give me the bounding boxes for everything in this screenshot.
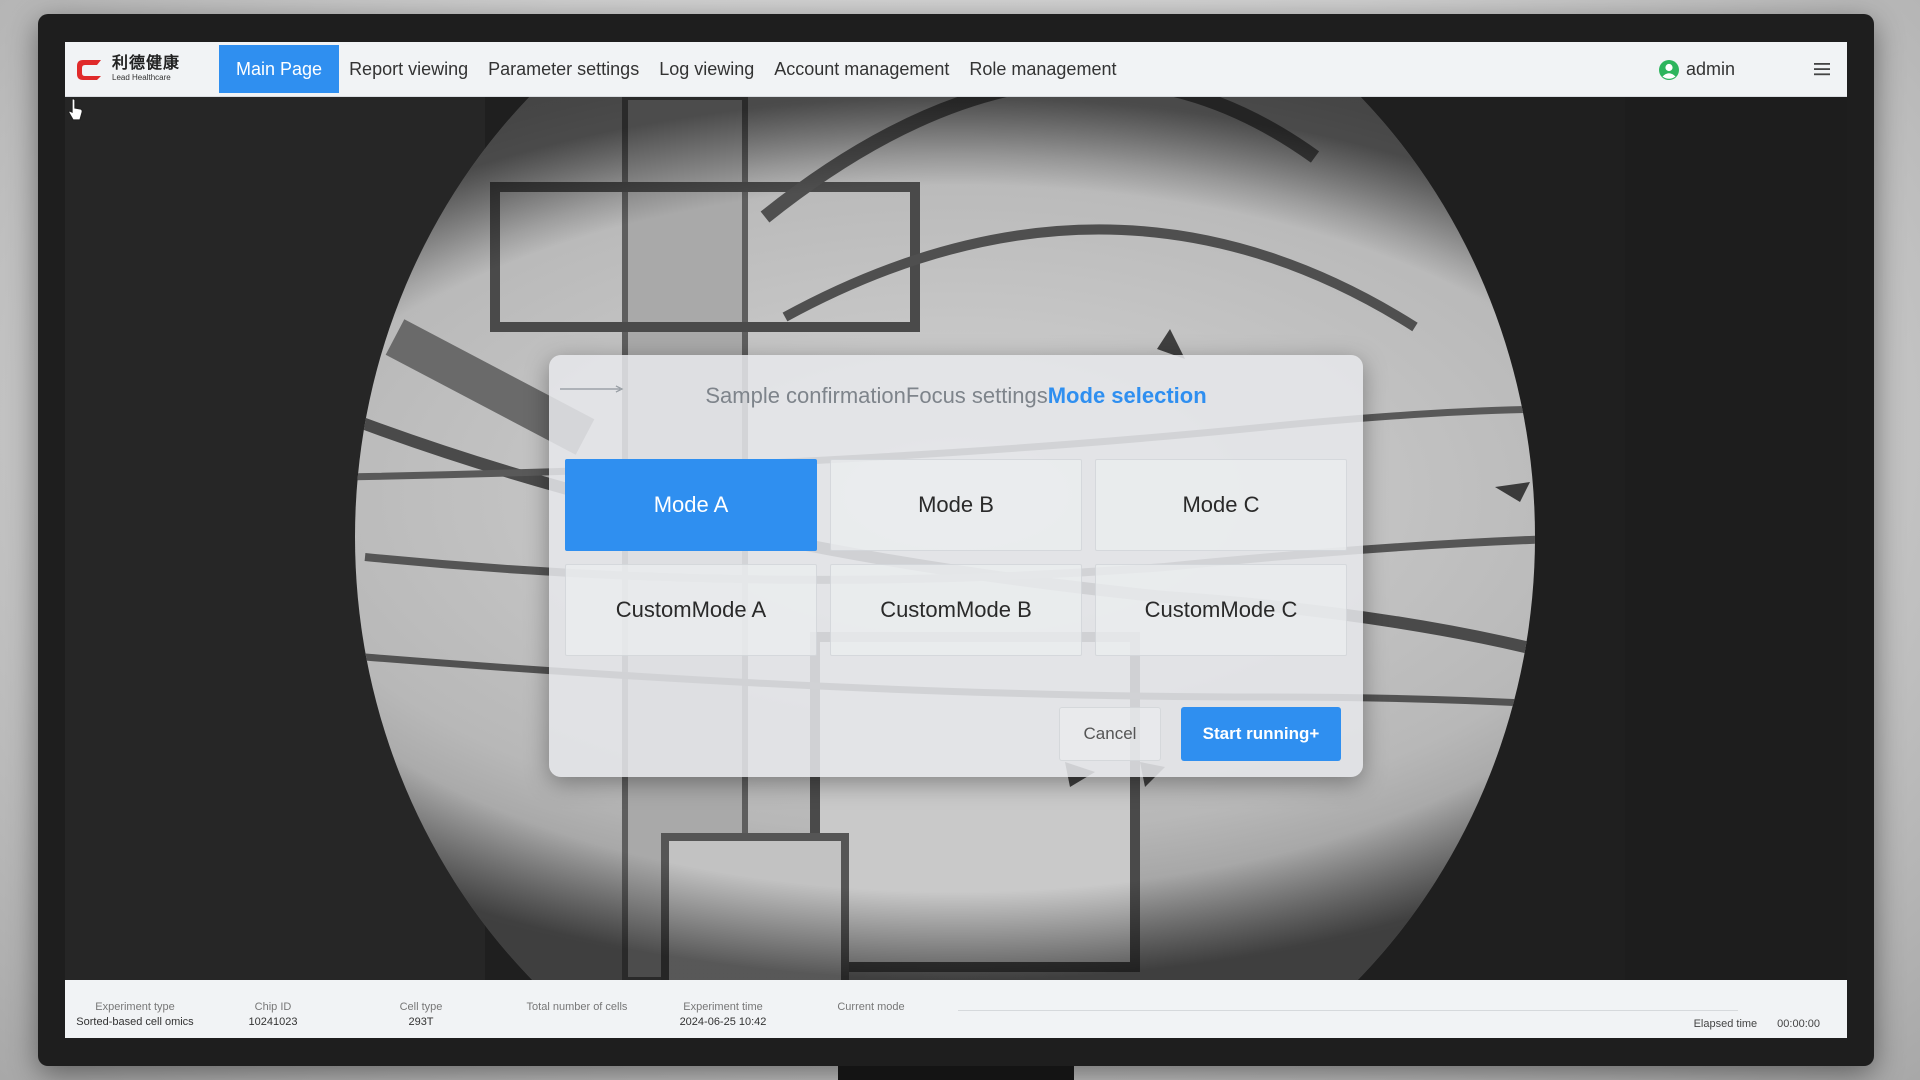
user-menu[interactable]: admin [1658,42,1735,97]
chip-id-value: 10241023 [248,1016,298,1028]
custom-mode-b-button[interactable]: CustomMode B [830,564,1082,656]
tab-parameter-settings[interactable]: Parameter settings [478,45,649,93]
mode-a-button[interactable]: Mode A [565,459,817,551]
experiment-time-field: Experiment time 2024-06-25 10:42 [663,1000,783,1030]
wizard-steps: Sample confirmation Focus settings Mode … [549,383,1363,409]
chip-id-label: Chip ID [254,1001,292,1013]
brand-logo[interactable]: 利德健康 Lead Healthcare [65,42,219,97]
microscope-camera-view: Sample confirmation Focus settings Mode … [65,97,1847,980]
logo-chinese-text: 利德健康 [112,55,181,72]
cancel-button[interactable]: Cancel [1059,707,1161,761]
step-mode-selection: Mode selection [1047,383,1207,408]
tab-report-viewing[interactable]: Report viewing [339,45,478,93]
experiment-type-label: Experiment type [95,1001,175,1013]
experiment-time-label: Experiment time [683,1001,763,1013]
step-sample-confirmation: Sample confirmation [705,383,906,408]
username-label: admin [1685,59,1735,79]
app-screen: 利德健康 Lead Healthcare Main Page Report vi… [65,42,1847,1038]
mode-options-grid: Mode A Mode B Mode C CustomMode A Custom… [565,459,1347,656]
progress-track [958,1010,1738,1011]
step-arrow-icon [560,385,624,393]
cell-type-value: 293T [408,1016,434,1028]
current-mode-label: Current mode [837,1001,905,1013]
tab-account-management[interactable]: Account management [764,45,959,93]
mode-c-button[interactable]: Mode C [1095,459,1347,551]
start-running-button[interactable]: Start running+ [1181,707,1341,761]
elapsed-time-field: Elapsed time 00:00:00 [1694,1018,1820,1030]
tab-log-viewing[interactable]: Log viewing [649,45,764,93]
step-focus-settings: Focus settings [905,383,1048,408]
mode-selection-dialog: Sample confirmation Focus settings Mode … [549,355,1363,777]
mouse-pointer-icon [68,98,83,121]
main-nav-tabs: Main Page Report viewing Parameter setti… [219,42,1126,97]
current-mode-field: Current mode [821,1000,921,1015]
user-circle-icon [1658,59,1679,80]
tab-main-page[interactable]: Main Page [219,45,340,93]
cell-type-label: Cell type [399,1001,443,1013]
mode-b-button[interactable]: Mode B [830,459,1082,551]
experiment-type-field: Experiment type Sorted-based cell omics [75,1000,195,1030]
monitor-stand [838,1066,1074,1080]
custom-mode-c-button[interactable]: CustomMode C [1095,564,1347,656]
hamburger-menu-icon[interactable] [1811,58,1833,80]
tab-role-management[interactable]: Role management [959,45,1126,93]
lead-healthcare-logo-icon [77,60,101,80]
total-cells-field: Total number of cells [517,1000,637,1015]
cell-type-field: Cell type 293T [381,1000,461,1030]
custom-mode-a-button[interactable]: CustomMode A [565,564,817,656]
top-navbar: 利德健康 Lead Healthcare Main Page Report vi… [65,42,1847,97]
experiment-time-value: 2024-06-25 10:42 [679,1016,767,1028]
experiment-status-bar: Experiment type Sorted-based cell omics … [65,980,1847,1038]
elapsed-time-label: Elapsed time [1693,1018,1758,1030]
total-cells-label: Total number of cells [526,1001,628,1013]
experiment-type-value: Sorted-based cell omics [76,1016,194,1028]
chip-id-field: Chip ID 10241023 [233,1000,313,1030]
logo-english-text: Lead Healthcare [112,73,171,82]
elapsed-time-value: 00:00:00 [1777,1018,1820,1030]
